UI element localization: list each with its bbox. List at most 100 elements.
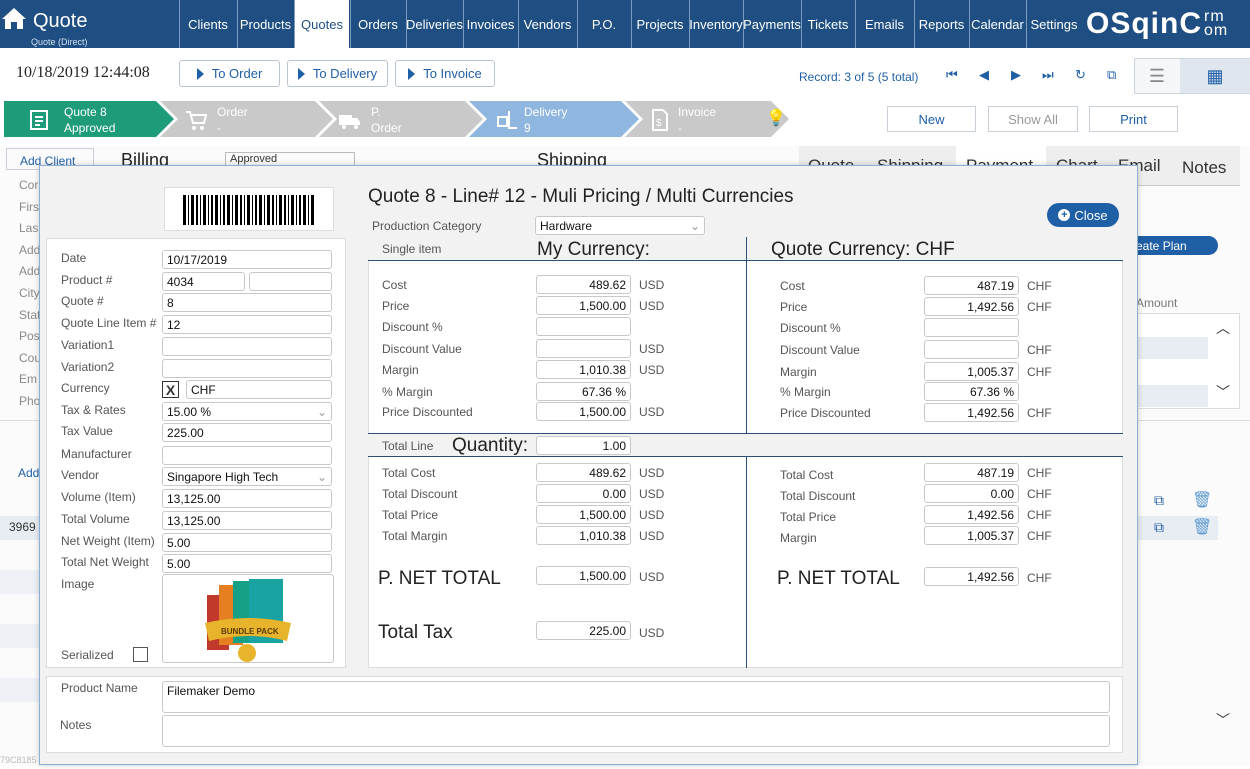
product-field[interactable]: 4034 [162,272,245,291]
new-button[interactable]: New [887,106,976,132]
price-quote-field[interactable]: 1,492.56 [924,297,1019,316]
manufacturer-field[interactable] [162,446,332,465]
to-invoice-button[interactable]: To Invoice [395,60,495,87]
last-record-icon[interactable]: ⏭ [1042,67,1054,83]
discount-quote-field[interactable] [924,318,1019,337]
nav-invoices[interactable]: Invoices [463,0,517,48]
nav-projects[interactable]: Projects [631,0,688,48]
discount-value-quote-field[interactable] [924,340,1019,359]
quantity-field[interactable]: 1.00 [536,436,631,455]
nav-reports[interactable]: Reports [914,0,968,48]
add-button[interactable]: Add [18,466,39,480]
nav-products[interactable]: Products [237,0,293,48]
product-name-field[interactable]: Filemaker Demo [162,681,1110,713]
vendor-field[interactable]: Singapore High Tech ⌄ [162,467,332,486]
chevron-down-icon: ⌄ [689,218,700,233]
price-my-field[interactable]: 1,500.00 [536,296,631,315]
form-view-icon[interactable]: ▦ [1180,59,1250,93]
cost-my-field[interactable]: 489.62 [536,275,631,294]
notes-field[interactable] [162,715,1110,747]
total-discount-quote-label: Total Discount [780,489,856,503]
trash-icon[interactable]: 🗑 [1192,490,1212,510]
currency-field[interactable]: CHF [186,380,332,399]
open-icon[interactable]: ⧉ [1154,492,1164,509]
scroll-down-icon[interactable]: ﹀ [1216,710,1230,730]
nav-settings[interactable]: Settings [1026,0,1081,48]
pnet-total-quote-field[interactable]: 1,492.56 [924,567,1019,586]
nav-calendar[interactable]: Calendar [969,0,1025,48]
home-icon[interactable] [0,0,28,48]
margin-my-field[interactable]: 1,010.38 [536,360,631,379]
lightbulb-icon[interactable]: 💡 [766,108,786,128]
play-icon [408,67,416,80]
open-window-icon[interactable]: ⧉ [1107,67,1116,83]
close-button[interactable]: + Close [1047,203,1119,227]
prev-record-icon[interactable]: ◀ [979,67,989,83]
price-discounted-quote-field[interactable]: 1,492.56 [924,403,1019,422]
currency-checkbox[interactable]: X [162,381,179,398]
to-order-button[interactable]: To Order [179,60,280,87]
show-all-button[interactable]: Show All [988,106,1078,132]
discount-value-my-field[interactable] [536,339,631,358]
date-field[interactable]: 10/17/2019 [162,250,332,269]
total-margin-my-field[interactable]: 1,010.38 [536,526,631,545]
nav-tickets[interactable]: Tickets [801,0,854,48]
tab-notes[interactable]: Notes [1182,158,1226,178]
record-indicator: Record: 3 of 5 (5 total) [799,70,919,84]
nav-inventory[interactable]: Inventory [689,0,743,48]
next-record-icon[interactable]: ▶ [1011,67,1021,83]
tax-rates-field[interactable]: 15.00 % ⌄ [162,402,332,421]
discount-value-quote-unit: CHF [1027,343,1052,357]
nav-deliveries[interactable]: Deliveries [406,0,463,48]
total-margin-quote-field[interactable]: 1,005.37 [924,526,1019,545]
total-price-my-field[interactable]: 1,500.00 [536,505,631,524]
volume-item-field[interactable]: 13,125.00 [162,489,332,508]
trash-icon[interactable]: 🗑 [1192,517,1212,537]
nav-clients[interactable]: Clients [179,0,236,48]
total-cost-my-field[interactable]: 489.62 [536,463,631,482]
production-category-select[interactable]: Hardware ⌄ [535,216,705,235]
pnet-total-my-field[interactable]: 1,500.00 [536,566,631,585]
margin-quote-field[interactable]: 1,005.37 [924,362,1019,381]
product-image[interactable]: BUNDLE PACK [162,574,334,663]
serialized-checkbox[interactable] [133,647,148,662]
nav-orders[interactable]: Orders [350,0,405,48]
total-cost-quote-field[interactable]: 487.19 [924,463,1019,482]
create-plan-button[interactable]: eate Plan [1132,236,1218,255]
margin-my-unit: USD [639,363,665,377]
variation1-field[interactable] [162,337,332,356]
price-discounted-my-field[interactable]: 1,500.00 [536,402,631,421]
variation2-field[interactable] [162,359,332,378]
total-tax-label: Total Tax [378,622,453,643]
discount-my-field[interactable] [536,317,631,336]
total-tax-field[interactable]: 225.00 [536,621,631,640]
total-price-quote-field[interactable]: 1,492.56 [924,505,1019,524]
margin-quote-field[interactable]: 67.36 % [924,382,1019,401]
scroll-down-icon[interactable]: ﹀ [1216,382,1230,402]
refresh-icon[interactable]: ↻ [1075,67,1086,83]
to-delivery-button[interactable]: To Delivery [287,60,388,87]
nav-vendors[interactable]: Vendors [518,0,576,48]
total-cost-quote-unit: CHF [1027,466,1052,480]
cost-quote-field[interactable]: 487.19 [924,276,1019,295]
nav-po[interactable]: P.O. [577,0,630,48]
nav-emails[interactable]: Emails [855,0,913,48]
print-button[interactable]: Print [1089,106,1178,132]
open-icon[interactable]: ⧉ [1154,519,1164,536]
total-volume-field[interactable]: 13,125.00 [162,511,332,530]
quote-line-item-field[interactable]: 12 [162,315,332,334]
scroll-up-icon[interactable]: ︿ [1216,318,1230,338]
bundle-pack-image: BUNDLE PACK [205,579,291,662]
nav-quotes[interactable]: Quotes [294,0,349,48]
margin-my-field[interactable]: 67.36 % [536,382,631,401]
tax-value-field[interactable]: 225.00 [162,423,332,442]
total-discount-my-field[interactable]: 0.00 [536,484,631,503]
product-field-2[interactable] [249,272,332,291]
nav-payments[interactable]: Payments [743,0,801,48]
list-view-icon[interactable]: ☰ [1135,59,1179,93]
net-weight-item-field[interactable]: 5.00 [162,533,332,552]
total-discount-quote-field[interactable]: 0.00 [924,484,1019,503]
quote-field[interactable]: 8 [162,293,332,312]
total-net-weight-field[interactable]: 5.00 [162,554,332,573]
first-record-icon[interactable]: ⏮ [946,67,958,83]
